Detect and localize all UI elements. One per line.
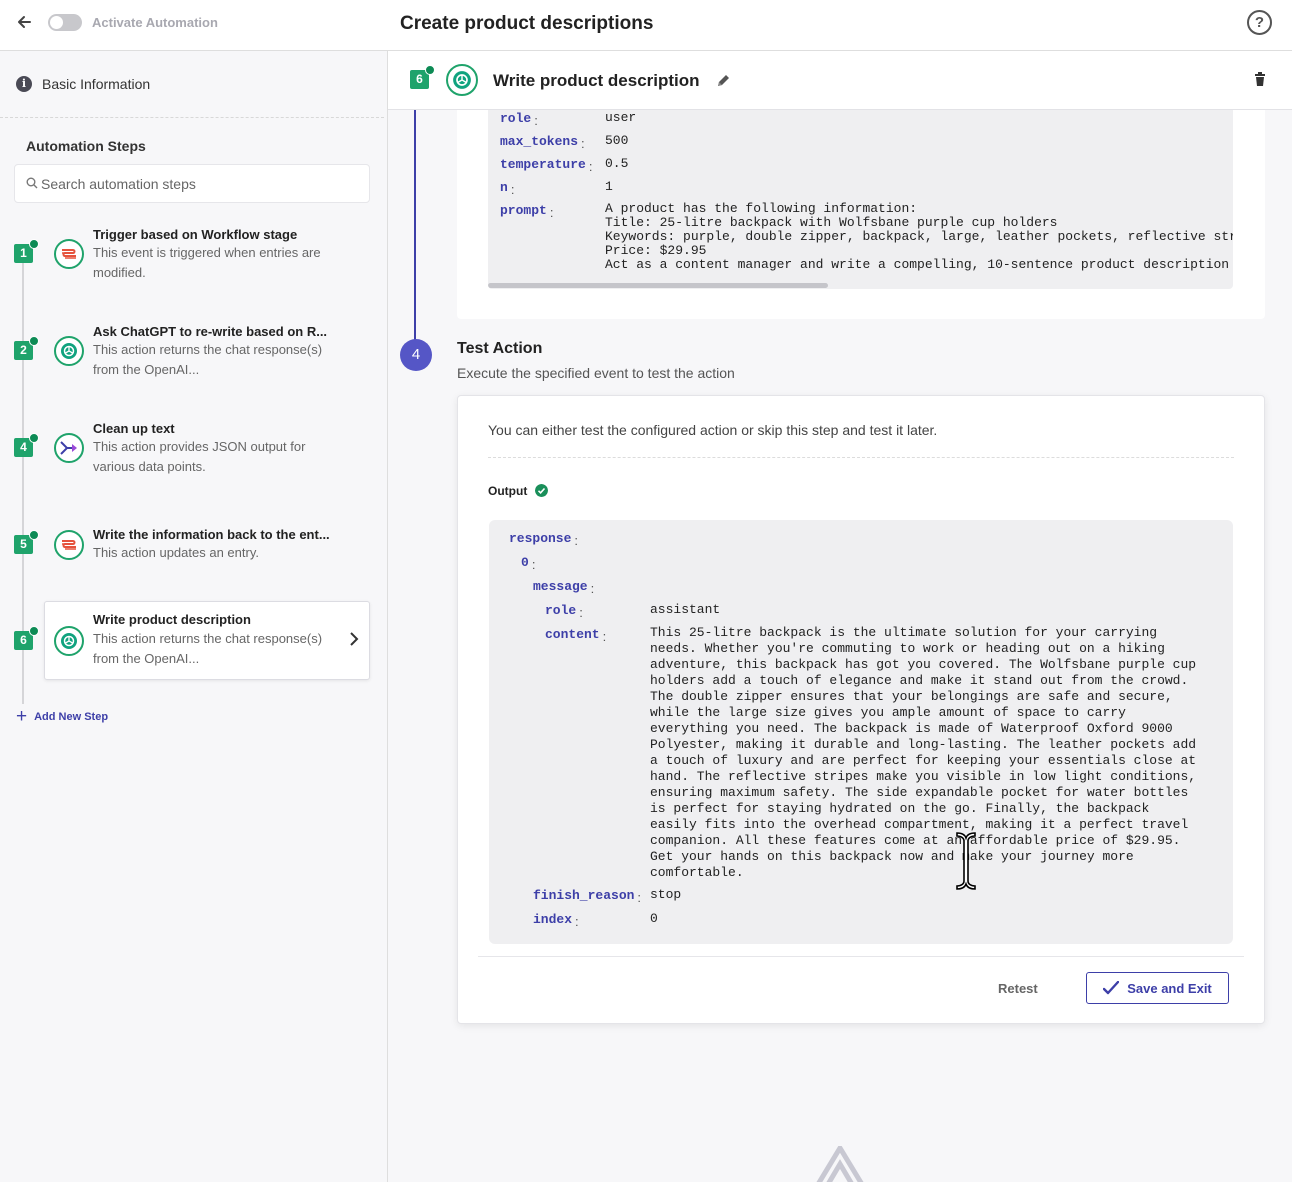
basic-information-link[interactable]: i Basic Information [16,73,150,95]
success-check-icon [535,484,548,497]
trash-icon[interactable] [1254,72,1266,86]
stack-icon [54,530,84,560]
output-value: 0 [650,911,658,926]
step-title: Write the information back to the ent... [93,527,330,542]
divider [488,457,1234,458]
step-item-5[interactable]: 5 Write the information back to the ent.… [0,507,388,587]
check-icon [425,65,435,75]
output-value: assistant [650,602,721,617]
openai-icon [446,64,478,96]
brand-logo-icon [816,1146,864,1182]
step-title: Ask ChatGPT to re-write based on R... [93,324,328,339]
check-icon [29,530,39,540]
step-item-4[interactable]: 4 Clean up text This action provides JSO… [0,410,388,490]
output-key: content: [545,627,607,644]
configuration-card: role: user max_tokens: 500 temperature: … [457,101,1265,319]
config-key: n: [500,180,515,197]
output-key: finish_reason: [533,888,642,905]
config-key: role: [500,111,538,128]
test-intro-text: You can either test the configured actio… [488,422,938,438]
step-title: Clean up text [93,421,175,436]
configuration-code-block: role: user max_tokens: 500 temperature: … [488,101,1233,289]
output-value: stop [650,887,682,902]
output-label: Output [488,484,528,498]
step-number-circle: 4 [400,339,432,371]
checkmark-icon [1103,981,1120,995]
text-cursor-icon [956,832,976,890]
plus-icon: + [16,706,28,727]
search-steps-input[interactable] [41,174,361,194]
check-icon [29,626,39,636]
config-key: max_tokens: [500,134,585,151]
search-icon [26,177,38,189]
step-title: Trigger based on Workflow stage [93,227,298,242]
activate-automation-label: Activate Automation [92,15,218,30]
test-action-subtitle: Execute the specified event to test the … [457,365,735,381]
config-value: A product has the following information:… [605,201,1233,272]
output-key: response: [509,531,579,548]
config-key: prompt: [500,203,554,220]
test-action-card: You can either test the configured actio… [457,395,1265,1024]
horizontal-scrollbar[interactable] [488,283,828,288]
step-connector-line [414,110,416,340]
config-key: temperature: [500,157,593,174]
step-header-title: Write product description [493,71,700,90]
step-item-2[interactable]: 2 Ask ChatGPT to re-write based on R... … [0,313,388,393]
step-description: This action provides JSON output for var… [93,439,306,474]
activate-automation-toggle[interactable] [48,14,82,31]
output-key: 0: [521,555,536,572]
openai-icon [54,626,84,656]
step-description: This event is triggered when entries are… [93,245,321,280]
check-icon [29,239,39,249]
config-value: 500 [605,133,629,148]
divider [478,956,1244,957]
test-action-title: Test Action [457,340,543,357]
add-new-step-label: Add New Step [34,711,109,723]
step-description: This action returns the chat response(s)… [93,342,323,377]
help-icon[interactable]: ? [1247,10,1272,35]
step-item-6[interactable]: 6 Write product description This action … [0,603,388,683]
search-steps-box[interactable] [14,164,370,203]
step-item-1[interactable]: 1 Trigger based on Workflow stage This e… [0,216,388,296]
page-title: Create product descriptions [400,13,654,34]
step-description: This action returns the chat response(s)… [93,631,323,666]
pencil-icon[interactable] [716,73,731,88]
step-header: 6 Write product description [388,51,1292,110]
output-content-text: This 25-litre backpack is the ultimate s… [650,625,1197,880]
config-value: 1 [605,179,613,194]
stack-icon [54,239,84,269]
chevron-right-icon[interactable] [349,632,359,646]
sidebar: i Basic Information Automation Steps 1 T… [0,51,388,1182]
check-icon [29,433,39,443]
config-value: 0.5 [605,156,629,171]
save-and-exit-label: Save and Exit [1127,980,1212,996]
main-panel: 6 Write product description role: user m… [388,51,1292,1182]
transform-icon [54,433,84,463]
back-arrow-icon[interactable] [14,12,34,32]
output-key: index: [533,912,579,929]
automation-steps-heading: Automation Steps [26,138,146,154]
step-description: This action updates an entry. [93,545,259,560]
output-key: message: [533,579,595,596]
config-value: user [605,110,637,125]
step-title: Write product description [93,612,251,627]
output-code-block: response: 0: message: role: assistant co… [489,520,1233,944]
basic-information-label: Basic Information [42,76,151,92]
save-and-exit-button[interactable]: Save and Exit [1086,972,1229,1004]
add-new-step-button[interactable]: + Add New Step [16,706,109,727]
retest-button[interactable]: Retest [998,981,1038,996]
openai-icon [54,336,84,366]
info-icon: i [16,76,32,92]
sidebar-divider [0,117,384,118]
check-icon [29,336,39,346]
output-key: role: [545,603,583,620]
top-bar: Activate Automation Create product descr… [0,0,1292,51]
